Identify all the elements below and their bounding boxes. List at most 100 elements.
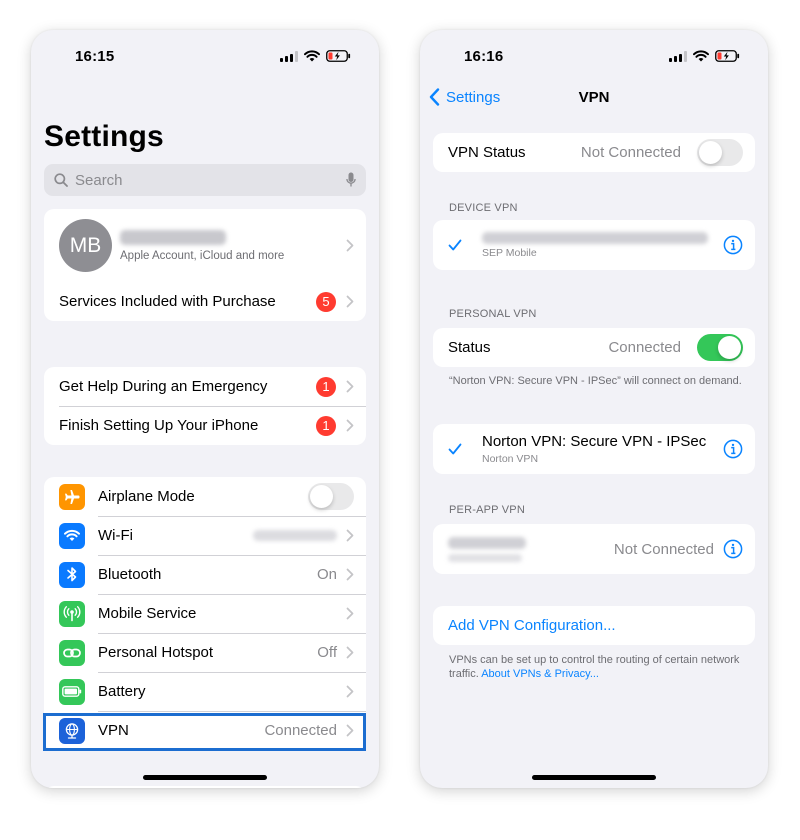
status-bar: 16:16	[420, 46, 768, 68]
navigation-bar: Settings VPN	[420, 88, 768, 110]
row-label: VPN Status	[448, 144, 526, 161]
personal-vpn-config-group: Norton VPN: Secure VPN - IPSec Norton VP…	[433, 424, 755, 474]
nav-title: VPN	[578, 89, 610, 106]
chevron-right-icon	[346, 419, 354, 432]
hotspot-chain-icon	[59, 639, 85, 666]
row-label: Status	[448, 339, 491, 356]
vpn-status-toggle[interactable]	[697, 139, 743, 166]
airplane-mode-toggle[interactable]	[308, 483, 354, 510]
finish-setup-row[interactable]: Finish Setting Up Your iPhone 1	[44, 406, 366, 445]
device-vpn-subtitle: SEP Mobile	[482, 246, 537, 259]
row-label: Battery	[98, 683, 146, 700]
connect-on-demand-note: “Norton VPN: Secure VPN - IPSec” will co…	[449, 375, 742, 387]
avatar: MB	[59, 219, 112, 272]
account-subtitle: Apple Account, iCloud and more	[120, 249, 285, 262]
services-included-row[interactable]: Services Included with Purchase 5	[44, 282, 366, 321]
notification-badge: 1	[316, 376, 336, 397]
vpn-value: Connected	[264, 722, 337, 739]
chevron-right-icon	[346, 646, 354, 659]
help-group: Get Help During an Emergency 1 Finish Se…	[44, 367, 366, 445]
add-vpn-configuration-button[interactable]: Add VPN Configuration...	[433, 606, 755, 645]
chevron-right-icon	[346, 239, 354, 252]
row-label: Wi-Fi	[98, 527, 133, 544]
info-icon[interactable]	[723, 439, 743, 459]
connectivity-group: Airplane Mode Wi-Fi Bluetooth On Mobile …	[44, 477, 366, 750]
vpn-globe-icon	[59, 717, 85, 744]
personal-vpn-toggle[interactable]	[697, 334, 743, 361]
row-label: Airplane Mode	[98, 488, 195, 505]
status-time: 16:16	[464, 48, 504, 65]
about-vpns-link[interactable]: About VPNs & Privacy...	[481, 668, 599, 680]
next-group-peek	[44, 786, 366, 788]
personal-vpn-status-value: Connected	[608, 339, 681, 356]
search-input[interactable]: Search	[75, 172, 346, 189]
chevron-right-icon	[346, 380, 354, 393]
info-icon[interactable]	[723, 539, 743, 559]
row-label: Mobile Service	[98, 605, 197, 622]
chevron-right-icon	[346, 724, 354, 737]
vpn-config-name: Norton VPN: Secure VPN - IPSec	[482, 433, 707, 450]
section-header-per-app-vpn: PER-APP VPN	[449, 504, 525, 516]
personal-vpn-group: Status Connected	[433, 328, 755, 367]
vpn-status-row: VPN Status Not Connected	[433, 133, 755, 172]
home-indicator[interactable]	[143, 775, 267, 780]
row-label: Personal Hotspot	[98, 644, 214, 661]
vpn-row[interactable]: VPN Connected	[44, 711, 366, 750]
battery-row[interactable]: Battery	[44, 672, 366, 711]
device-vpn-group: SEP Mobile	[433, 220, 755, 270]
per-app-vpn-row[interactable]: Not Connected	[433, 524, 755, 574]
add-config-group: Add VPN Configuration...	[433, 606, 755, 645]
bluetooth-value: On	[316, 566, 337, 583]
apple-account-row[interactable]: MB Apple Account, iCloud and more	[44, 209, 366, 282]
row-label: Get Help During an Emergency	[59, 378, 268, 395]
status-icons	[280, 50, 351, 62]
row-label: Bluetooth	[98, 566, 162, 583]
chevron-right-icon	[346, 685, 354, 698]
per-app-vpn-value: Not Connected	[613, 540, 714, 558]
notification-badge: 5	[316, 291, 336, 312]
norton-vpn-config-row[interactable]: Norton VPN: Secure VPN - IPSec Norton VP…	[433, 424, 755, 474]
personal-hotspot-row[interactable]: Personal Hotspot Off	[44, 633, 366, 672]
bluetooth-row[interactable]: Bluetooth On	[44, 555, 366, 594]
status-time: 16:15	[75, 48, 115, 65]
account-name-redacted	[120, 229, 226, 245]
search-bar[interactable]: Search	[44, 164, 366, 196]
per-app-vpn-group: Not Connected	[433, 524, 755, 574]
cellular-signal-icon	[669, 50, 687, 62]
hotspot-value: Off	[317, 644, 337, 661]
device-vpn-name-redacted	[482, 231, 708, 244]
row-label: VPN	[98, 722, 129, 739]
vpn-status-group: VPN Status Not Connected	[433, 133, 755, 172]
vpn-config-subtitle: Norton VPN	[482, 453, 539, 465]
services-label: Services Included with Purchase	[59, 293, 276, 310]
battery-icon	[59, 678, 85, 705]
airplane-icon	[59, 483, 85, 510]
section-header-device-vpn: DEVICE VPN	[449, 202, 518, 214]
page-title: Settings	[44, 120, 164, 153]
chevron-right-icon	[346, 295, 354, 308]
wifi-icon	[59, 522, 85, 549]
wifi-row[interactable]: Wi-Fi	[44, 516, 366, 555]
battery-charging-icon	[326, 50, 351, 62]
cellular-signal-icon	[280, 50, 298, 62]
checkmark-icon	[448, 239, 462, 251]
status-icons	[669, 50, 740, 62]
device-vpn-config-row[interactable]: SEP Mobile	[433, 220, 755, 270]
wifi-status-icon	[304, 50, 320, 62]
wifi-network-redacted	[253, 530, 337, 541]
chevron-right-icon	[346, 529, 354, 542]
per-app-vpn-name-redacted	[448, 536, 526, 549]
row-label: Finish Setting Up Your iPhone	[59, 417, 259, 434]
settings-screen: 16:15 Settings Search MB Apple Account, …	[31, 30, 379, 788]
bluetooth-icon	[59, 561, 85, 588]
section-header-personal-vpn: PERSONAL VPN	[449, 308, 537, 320]
home-indicator[interactable]	[532, 775, 656, 780]
emergency-help-row[interactable]: Get Help During an Emergency 1	[44, 367, 366, 406]
search-icon	[54, 173, 68, 187]
microphone-icon[interactable]	[346, 172, 356, 188]
mobile-service-row[interactable]: Mobile Service	[44, 594, 366, 633]
vpn-screen: 16:16 Settings VPN VPN Status Not Connec…	[420, 30, 768, 788]
info-icon[interactable]	[723, 235, 743, 255]
chevron-right-icon	[346, 568, 354, 581]
personal-vpn-status-row: Status Connected	[433, 328, 755, 367]
